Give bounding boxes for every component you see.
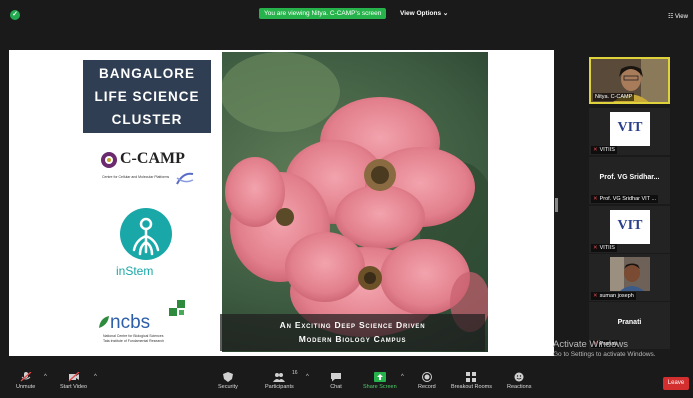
cluster-title-line-2: LIFE SCIENCE: [94, 89, 200, 104]
unmute-button[interactable]: Unmute: [16, 372, 35, 390]
zoom-window: ✓ You are viewing Nitya. C-CAMP's screen…: [0, 0, 693, 398]
ncbs-logo-text: ncbs: [110, 312, 151, 333]
breakout-rooms-icon: [466, 372, 477, 382]
participant-name: ✕ VITIIS: [591, 146, 617, 154]
top-bar: ✓ You are viewing Nitya. C-CAMP's screen…: [0, 0, 693, 25]
mic-muted-icon: ✕: [593, 196, 598, 202]
ncbs-logo-icon: [169, 300, 185, 316]
chat-icon: [331, 373, 341, 382]
caption-line-1: An Exciting Deep Science Driven: [279, 320, 426, 330]
ncbs-leaf-icon: [99, 316, 109, 328]
security-button[interactable]: Security: [218, 372, 238, 390]
security-label: Security: [218, 384, 238, 390]
participant-name: ✕ suman joseph: [591, 292, 636, 300]
vit-logo: VIT: [610, 112, 650, 146]
vit-logo: VIT: [610, 210, 650, 244]
unmute-label: Unmute: [16, 384, 36, 390]
participant-name-text: Prof. VG Sridhar VIT ...: [599, 196, 657, 202]
slide-caption: An Exciting Deep Science Driven Modern B…: [220, 314, 485, 351]
participant-name-text: suman joseph: [599, 293, 634, 299]
ccamp-logo-text: C-CAMP: [120, 150, 185, 167]
participant-tile[interactable]: Nitya. C-CAMP: [589, 57, 670, 104]
breakout-rooms-button[interactable]: Breakout Rooms: [451, 372, 492, 390]
reactions-button[interactable]: Reactions: [507, 372, 531, 390]
caption-line-2: Modern Biology Campus: [298, 334, 407, 344]
ccamp-logo-icon: [101, 152, 117, 168]
chat-label: Chat: [330, 384, 342, 390]
ccamp-dna-icon: [176, 172, 194, 185]
participant-name: ✕ Prof. VG Sridhar VIT ...: [591, 195, 659, 203]
record-icon: [421, 372, 432, 382]
participant-name: Nitya. C-CAMP: [593, 93, 635, 101]
start-video-button[interactable]: Start Video: [60, 372, 87, 390]
instem-logo-text: inStem: [116, 264, 154, 278]
participants-options-caret[interactable]: ^: [306, 374, 309, 380]
participant-tile[interactable]: VIT ✕ VITIIS: [589, 108, 670, 155]
split-handle[interactable]: [555, 198, 558, 212]
reactions-icon: [514, 372, 524, 382]
mic-muted-icon: [20, 372, 32, 382]
view-button[interactable]: ☷ View: [668, 13, 688, 20]
record-button[interactable]: Record: [418, 372, 436, 390]
view-options-button[interactable]: View Options ⌄: [400, 8, 448, 19]
participants-label: Participants: [265, 384, 294, 390]
cluster-title: BANGALORE LIFE SCIENCE CLUSTER: [83, 60, 211, 133]
shared-screen: BANGALORE LIFE SCIENCE CLUSTER C-CAMP Ce…: [9, 50, 554, 356]
share-screen-icon: [373, 372, 386, 382]
ccamp-subtitle: Centre for Cellular and Molecular Platfo…: [102, 175, 170, 179]
video-options-caret[interactable]: ^: [94, 374, 97, 380]
cluster-title-line-1: BANGALORE: [99, 66, 195, 81]
breakout-rooms-label: Breakout Rooms: [451, 384, 492, 390]
mic-muted-icon: ✕: [593, 245, 598, 251]
share-screen-label: Share Screen: [363, 384, 397, 390]
audio-options-caret[interactable]: ^: [44, 374, 47, 380]
record-label: Record: [418, 384, 436, 390]
activate-windows-subtitle: Go to Settings to activate Windows.: [553, 351, 656, 358]
start-video-label: Start Video: [60, 384, 88, 390]
share-options-caret[interactable]: ^: [401, 374, 404, 380]
participant-tile[interactable]: VIT ✕ VITIIS: [589, 206, 670, 253]
participant-display-name: Pranati: [617, 319, 642, 326]
logo-panel: BANGALORE LIFE SCIENCE CLUSTER C-CAMP Ce…: [80, 52, 222, 352]
mic-muted-icon: ✕: [593, 293, 598, 299]
chat-button[interactable]: Chat: [330, 372, 342, 390]
ncbs-subtitle: National Centre for Biological Sciences …: [103, 334, 203, 343]
ncbs-subtitle-line-2: Tata Institute of Fundamental Research: [103, 338, 165, 343]
viewing-screen-banner: You are viewing Nitya. C-CAMP's screen: [259, 8, 387, 19]
mic-muted-icon: ✕: [593, 147, 598, 153]
activate-windows-title: Activate Windows: [553, 339, 628, 350]
instem-logo-icon: [120, 208, 172, 260]
vit-logo-text: VIT: [617, 120, 643, 135]
shield-icon: [222, 372, 233, 382]
participant-name: ✕ VITIIS: [591, 244, 617, 252]
participant-tile[interactable]: Prof. VG Sridhar... ✕ Prof. VG Sridhar VI…: [589, 157, 670, 204]
video-off-icon: [68, 372, 79, 382]
meeting-toolbar: Unmute ^ Start Video ^ Security Particip…: [0, 364, 693, 398]
participants-button[interactable]: Participants: [265, 372, 294, 390]
slide: BANGALORE LIFE SCIENCE CLUSTER C-CAMP Ce…: [80, 52, 488, 352]
participant-name-text: VITIIS: [599, 147, 615, 153]
participant-display-name: Prof. VG Sridhar...: [599, 174, 660, 181]
share-screen-button[interactable]: Share Screen: [363, 372, 397, 390]
participants-icon: [273, 373, 286, 382]
leave-button[interactable]: Leave: [663, 377, 689, 390]
participant-video: [610, 257, 650, 291]
shield-icon[interactable]: ✓: [10, 10, 20, 20]
participant-tile[interactable]: ✕ suman joseph: [589, 254, 670, 301]
reactions-label: Reactions: [507, 384, 532, 390]
cluster-title-line-3: CLUSTER: [111, 112, 183, 127]
vit-logo-text: VIT: [617, 218, 643, 233]
participant-name-text: VITIIS: [599, 245, 615, 251]
participants-count: 16: [292, 370, 298, 376]
